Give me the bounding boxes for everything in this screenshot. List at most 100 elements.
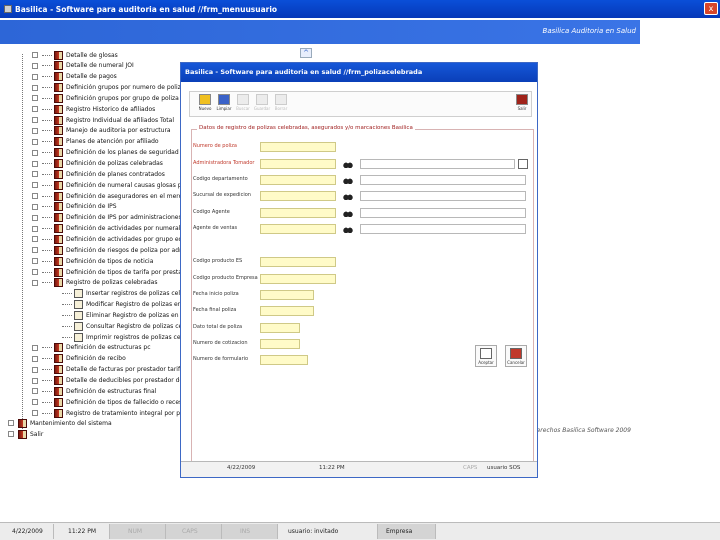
tree-connector [42,217,52,219]
tree-expander-icon[interactable] [8,431,14,437]
main-window-title: Basilica - Software para auditoria en sa… [15,4,278,14]
field-input[interactable] [260,208,336,218]
tree-item[interactable]: Definición de recibo [32,354,126,364]
tree-leaf-icon [32,62,38,69]
tree-item[interactable]: Detalle de glosas [32,50,118,60]
tree-connector [42,249,52,251]
tree-item[interactable]: Definición de tipos de noticia [32,256,153,266]
tree-connector [42,282,52,284]
book-icon [54,72,63,82]
tree-item[interactable]: Manejo de auditoria por estructura [32,126,171,136]
tree-item[interactable]: Definición grupos por numero de poliza [32,83,184,93]
tree-item-label: Detalle de facturas por prestador tarifa [66,366,184,374]
tree-leaf-icon [32,247,38,254]
binoculars-search-icon[interactable] [343,209,353,218]
status-num: NUM [110,524,166,539]
dialog-status-bar: 4/22/2009 11:22 PM CAPS usuario SOS [181,461,537,477]
new-document-icon[interactable] [518,159,528,169]
field-input[interactable] [260,257,336,267]
scroll-up-icon[interactable]: ^ [300,48,312,58]
tree-item[interactable]: Registro de polizas celebradas [32,278,157,288]
tree-root-item[interactable]: Salir [8,429,43,439]
field-input[interactable] [260,290,314,300]
book-icon [54,148,63,158]
accept-button[interactable]: Aceptar [475,345,497,367]
binoculars-search-icon[interactable] [343,176,353,185]
tree-item[interactable]: Definición de IPS [32,202,117,212]
tree-leaf-icon [32,410,38,417]
binoculars-search-icon[interactable] [343,225,353,234]
binoculars-search-icon[interactable] [343,160,353,169]
tree-item[interactable]: Definición de estructuras final [32,386,156,396]
tree-root-item[interactable]: Mantenimiento del sistema [8,418,112,428]
binoculars-search-icon[interactable] [343,192,353,201]
tree-item[interactable]: Definición de planes contratados [32,169,165,179]
tree-item[interactable]: Detalle de facturas por prestador tarifa [32,365,184,375]
status-caps: CAPS [166,524,222,539]
tree-item[interactable]: Definición de tipos de fallecido o reces… [32,397,186,407]
cancel-button[interactable]: Cancelar [505,345,527,367]
tree-item[interactable]: Definición de polizas celebradas [32,159,163,169]
tree-connector [42,390,52,392]
tree-item[interactable]: Registro Historico de afiliados [32,104,155,114]
field-input[interactable] [260,159,336,169]
poliza-dialog: Basilica - Software para auditoria en sa… [180,62,538,478]
tree-item[interactable]: Definición de IPS por administraciones [32,213,182,223]
field-input[interactable] [260,355,308,365]
tree-leaf-icon [32,84,38,91]
tree-item[interactable]: Definición de estructuras pc [32,343,151,353]
tree-item[interactable]: Definición de actividades por grupo edad [32,234,190,244]
tree-connector [42,173,52,175]
accept-page-icon [480,348,492,359]
tree-connector [42,54,52,56]
field-input[interactable] [260,142,336,152]
status-date: 4/22/2009 [0,524,54,539]
field-input[interactable] [260,224,336,234]
field-label: Codigo producto ES [193,258,243,264]
main-status-bar: 4/22/2009 11:22 PM NUM CAPS INS usuario:… [0,522,720,540]
tree-expander-icon[interactable] [8,420,14,426]
tree-item[interactable]: Definición grupos por grupo de poliza [32,93,179,103]
tree-leaf-icon [32,95,38,102]
field-input[interactable] [260,191,336,201]
tree-item[interactable]: Definición de aseguradores en el mercado [32,191,193,201]
tree-connector [42,380,52,381]
dialog-status-caps: CAPS [463,465,478,471]
book-icon [54,386,63,396]
book-icon [54,267,63,277]
tree-connector [42,163,52,164]
field-input[interactable] [260,323,300,333]
tree-leaf-icon [32,236,38,243]
tree-item[interactable]: Detalle de pagos [32,72,117,82]
tree-leaf-icon [32,366,38,373]
tree-leaf-icon [32,269,38,275]
tree-connector [42,412,52,414]
tree-connector [42,65,52,67]
tree-item-label: Registro Individual de afiliados Total [66,116,174,124]
tree-connector [62,325,72,327]
tools-book-icon [18,418,27,428]
tree-leaf-icon [32,377,38,384]
tree-leaf-icon [32,73,38,80]
book-icon [54,354,63,364]
field-label: Codigo departamento [193,176,248,182]
field-input[interactable] [260,274,336,284]
tree-item[interactable]: Planes de atención por afiliado [32,137,159,147]
book-icon [54,191,63,201]
tree-connector [42,184,52,186]
field-label: Administradora Tomador [193,160,255,166]
tree-leaf-icon [32,344,38,351]
tree-item[interactable]: Definición de los planes de seguridad [32,148,179,158]
tree-item-label: Definición de recibo [66,355,126,363]
exit-door-icon [18,429,27,439]
field-input[interactable] [260,175,336,185]
dialog-body: Nuevo Limpiar Buscar Guardar Borrar Salir Dat… [185,85,535,463]
field-input[interactable] [260,306,314,316]
tree-item[interactable]: Detalle de numeral JOI [32,61,134,71]
tree-item[interactable]: Definición de tipos de tarifa por presta… [32,267,192,277]
tree-leaf-icon [32,193,38,200]
field-input[interactable] [260,339,300,349]
tree-item[interactable]: Registro Individual de afiliados Total [32,115,174,125]
close-icon[interactable]: x [704,2,718,15]
book-icon [54,83,63,93]
